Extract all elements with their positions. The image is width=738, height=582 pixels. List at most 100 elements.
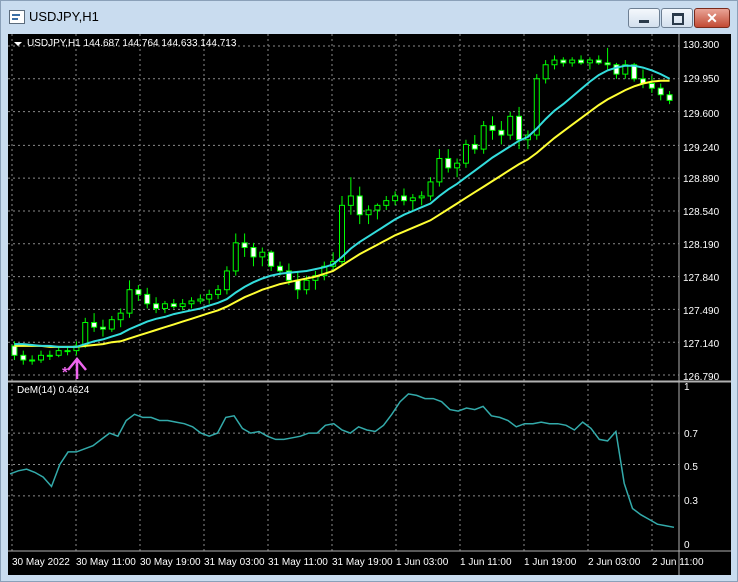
- candle-bear: [471, 143, 478, 150]
- candle-bull: [480, 125, 487, 150]
- candle-bear: [91, 322, 98, 328]
- candle-bull: [259, 251, 266, 258]
- candle-bear: [277, 265, 284, 272]
- chart-svg[interactable]: * USDJPY,H1 144.687 144.764 144.633 144.…: [8, 34, 731, 575]
- candle-bull: [215, 289, 222, 295]
- candle-bear: [99, 326, 106, 330]
- candle-bear: [153, 303, 160, 309]
- candle-bear: [578, 59, 585, 64]
- price-label: 128.540: [683, 207, 720, 218]
- candle-bull: [46, 354, 53, 357]
- chart-window-icon: [9, 10, 25, 24]
- candle-bull: [188, 300, 195, 305]
- time-label: 2 Jun 03:00: [588, 557, 641, 568]
- candle-bear: [648, 82, 655, 89]
- candle-bull: [206, 293, 213, 300]
- time-label: 30 May 2022: [12, 557, 70, 568]
- price-label: 130.300: [683, 40, 720, 51]
- maximize-button[interactable]: [661, 8, 693, 28]
- candle-bear: [604, 62, 611, 66]
- time-label: 1 Jun 19:00: [524, 557, 577, 568]
- candle-bull: [462, 143, 469, 164]
- candle-bull: [374, 204, 381, 211]
- candle-bull: [542, 64, 549, 80]
- candle-bull: [179, 303, 186, 308]
- candle-bull: [303, 279, 310, 291]
- price-label: 127.490: [683, 306, 720, 317]
- dem-scale-label: 0.7: [684, 429, 698, 440]
- candle-bull: [436, 157, 443, 183]
- time-label: 1 Jun 11:00: [460, 557, 512, 568]
- price-label: 128.190: [683, 240, 720, 251]
- candle-bear: [445, 157, 452, 169]
- candle-bear: [144, 293, 151, 305]
- candle-bull: [586, 59, 593, 64]
- candle-bull: [383, 200, 390, 206]
- dem-scale-label: 0: [684, 540, 690, 551]
- candle-bull: [64, 350, 71, 353]
- chart-background: [8, 34, 731, 575]
- price-label: 128.890: [683, 174, 720, 185]
- window-title: USDJPY,H1: [29, 9, 99, 24]
- dem-scale-label: 0.5: [684, 462, 698, 473]
- candle-bull: [418, 195, 425, 199]
- candle-bull: [37, 354, 44, 361]
- candle-bear: [268, 251, 275, 267]
- price-label: 129.240: [683, 143, 720, 154]
- dem-scale-label: 1: [684, 382, 690, 393]
- time-label: 1 Jun 03:00: [396, 557, 449, 568]
- candle-bear: [11, 345, 18, 356]
- candle-bear: [356, 195, 363, 216]
- candle-bear: [657, 87, 664, 96]
- candle-bear: [516, 115, 523, 141]
- time-label: 31 May 19:00: [332, 557, 393, 568]
- time-label: 2 Jun 11:00: [652, 557, 704, 568]
- title-bar[interactable]: USDJPY,H1 ✕: [1, 1, 737, 33]
- time-label: 31 May 03:00: [204, 557, 265, 568]
- time-label: 30 May 19:00: [140, 557, 201, 568]
- candle-bear: [250, 247, 257, 258]
- close-icon: ✕: [706, 10, 718, 26]
- candle-bull: [427, 181, 434, 197]
- candle-bull: [365, 209, 372, 216]
- candle-bear: [595, 59, 602, 64]
- candle-bull: [507, 115, 514, 136]
- price-label: 127.140: [683, 339, 720, 350]
- candle-bull: [29, 359, 36, 362]
- time-scale[interactable]: 30 May 2022 30 May 11:00 30 May 19:00 31…: [12, 557, 704, 568]
- candle-bull: [569, 59, 576, 64]
- candle-bull: [454, 162, 461, 169]
- candle-bull: [161, 303, 168, 309]
- symbol-info-label: USDJPY,H1 144.687 144.764 144.633 144.71…: [27, 38, 237, 49]
- candle-bull: [347, 195, 354, 206]
- indicator-label: DeM(14) 0.4624: [17, 385, 90, 396]
- terminal-window: USDJPY,H1 ✕ * USDJPY,H1 144.687 144.764 …: [0, 0, 738, 582]
- minimize-icon: [639, 20, 649, 23]
- candle-bull: [82, 322, 89, 347]
- candle-bear: [489, 125, 496, 131]
- time-label: 31 May 11:00: [268, 557, 328, 568]
- candle-bull: [392, 195, 399, 202]
- star-icon: *: [62, 364, 68, 381]
- candle-bull: [126, 289, 133, 314]
- price-label: 127.840: [683, 273, 720, 284]
- candle-bull: [551, 59, 558, 66]
- candle-bull: [108, 319, 115, 330]
- candle-bear: [613, 64, 620, 75]
- candle-bull: [117, 312, 124, 321]
- candle-bull: [232, 242, 239, 272]
- candle-bull: [197, 298, 204, 302]
- price-label: 129.600: [683, 109, 720, 120]
- candle-bear: [666, 94, 673, 101]
- minimize-button[interactable]: [628, 8, 660, 28]
- candle-bear: [170, 303, 177, 308]
- candle-bull: [55, 350, 62, 356]
- price-label: 129.950: [683, 74, 720, 85]
- chart-area[interactable]: * USDJPY,H1 144.687 144.764 144.633 144.…: [8, 34, 731, 575]
- candle-bull: [409, 197, 416, 202]
- time-label: 30 May 11:00: [76, 557, 136, 568]
- candle-bear: [294, 279, 301, 291]
- close-button[interactable]: ✕: [694, 8, 730, 28]
- candle-bull: [339, 204, 345, 263]
- candle-bear: [498, 129, 505, 136]
